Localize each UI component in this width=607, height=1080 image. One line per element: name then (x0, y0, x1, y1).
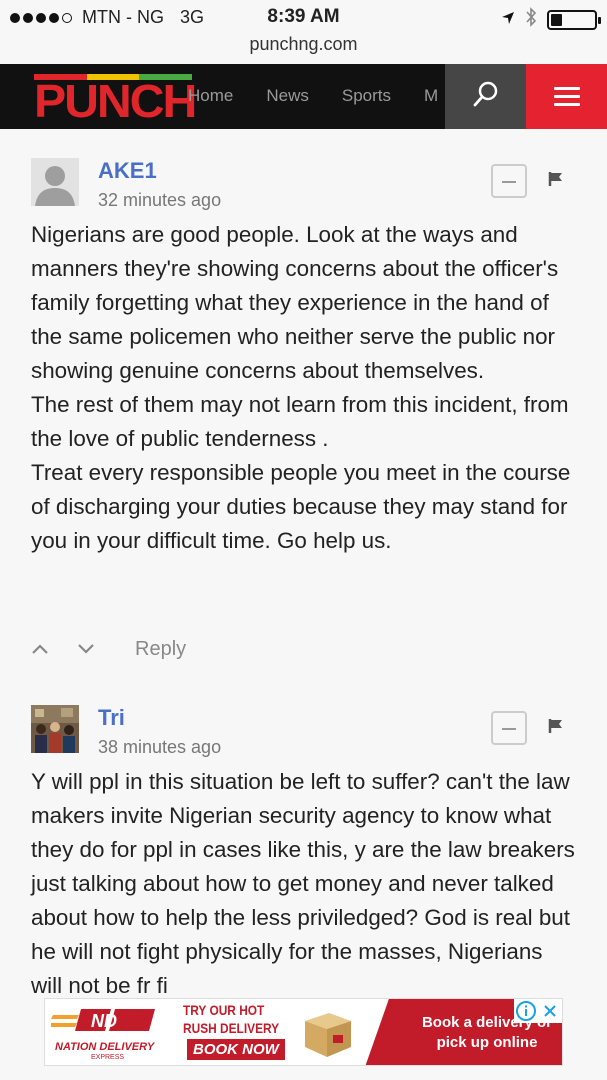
ad-brand-sub: EXPRESS (91, 1054, 125, 1061)
url-bar[interactable]: punchng.com (0, 34, 607, 64)
comment-author[interactable]: AKE1 (98, 158, 157, 184)
collapse-button[interactable] (491, 164, 527, 198)
status-right (501, 7, 601, 32)
comment-time[interactable]: 38 minutes ago (98, 737, 221, 758)
search-button[interactable] (445, 64, 526, 129)
comment-paragraph: Treat every responsible people you meet … (31, 460, 571, 553)
search-icon (472, 80, 500, 113)
logo-text: PUNCH (34, 75, 197, 127)
comment-body: Y will ppl in this situation be left to … (31, 765, 576, 1003)
upvote-icon[interactable] (31, 638, 49, 661)
comment-paragraph: The rest of them may not learn from this… (31, 392, 569, 451)
package-icon (299, 1005, 355, 1059)
status-bar: MTN - NG 3G 8:39 AM (0, 0, 607, 34)
comment-actions: Reply (31, 638, 186, 661)
bluetooth-icon (525, 7, 537, 32)
hamburger-menu-button[interactable] (526, 64, 607, 129)
collapse-button[interactable] (491, 711, 527, 745)
comment-paragraph: Nigerians are good people. Look at the w… (31, 222, 559, 383)
hamburger-menu-icon-line (553, 103, 580, 106)
ad-close-icon[interactable] (538, 999, 562, 1023)
avatar[interactable] (31, 158, 79, 206)
ad-brand-name: NATION DELIVERY (55, 1041, 155, 1053)
ad-headline-line: RUSH DELIVERY (183, 1020, 280, 1036)
reply-button[interactable]: Reply (135, 638, 186, 661)
nd-logo-icon: ND (51, 1009, 155, 1031)
nav-links: Home News Sports M (188, 86, 438, 106)
nav-link-news[interactable]: News (266, 86, 309, 106)
flag-icon[interactable] (548, 171, 564, 192)
avatar[interactable] (31, 705, 79, 753)
ad-headline-line: TRY OUR HOT (183, 1002, 265, 1018)
nav-link-more[interactable]: M (424, 86, 438, 106)
ad-book-now-button[interactable]: BOOK NOW (187, 1039, 285, 1060)
punch-logo[interactable]: PUNCH (34, 74, 197, 127)
comment-body: Nigerians are good people. Look at the w… (31, 218, 576, 558)
downvote-icon[interactable] (77, 638, 95, 661)
hamburger-menu-icon-line (553, 95, 580, 98)
site-navbar: PUNCH Home News Sports M (0, 64, 607, 129)
comment-author[interactable]: Tri (98, 705, 125, 731)
ad-headline: TRY OUR HOT RUSH DELIVERY (183, 1001, 279, 1037)
battery-icon (547, 9, 601, 30)
ad-info-icon[interactable] (514, 999, 538, 1023)
comment-time[interactable]: 32 minutes ago (98, 190, 221, 211)
svg-text:ND: ND (91, 1011, 117, 1031)
ad-banner[interactable]: ND NATION DELIVERY EXPRESS TRY OUR HOT R… (44, 998, 563, 1066)
nav-link-home[interactable]: Home (188, 86, 233, 106)
location-arrow-icon (501, 9, 515, 30)
ad-brand-logo: ND NATION DELIVERY EXPRESS (51, 1005, 175, 1061)
url-text: punchng.com (249, 34, 358, 54)
comment: AKE1 32 minutes ago Nigerians are good p… (31, 158, 576, 678)
default-user-avatar-icon (31, 158, 79, 206)
comment-paragraph: Y will ppl in this situation be left to … (31, 769, 575, 998)
hamburger-menu-icon-line (553, 87, 580, 90)
nav-link-sports[interactable]: Sports (342, 86, 391, 106)
photo-avatar-icon (31, 705, 79, 753)
flag-icon[interactable] (548, 718, 564, 739)
